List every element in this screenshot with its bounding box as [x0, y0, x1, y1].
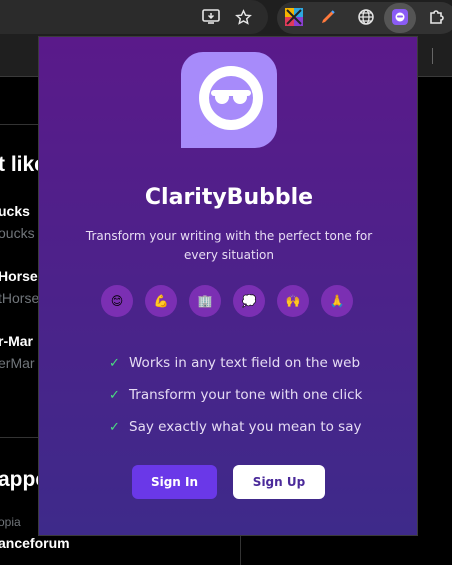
folded-hands-icon[interactable]: 🙏	[321, 285, 353, 317]
claritybubble-extension-icon[interactable]	[389, 6, 411, 28]
claritybubble-popup: ClarityBubble Transform your writing wit…	[38, 36, 418, 536]
address-bar[interactable]	[0, 0, 268, 34]
background-item-sub: opia	[0, 515, 21, 529]
sign-up-button[interactable]: Sign Up	[233, 465, 325, 499]
pen-extension-icon[interactable]	[317, 6, 339, 28]
office-building-icon[interactable]: 🏢	[189, 285, 221, 317]
checkmark-icon: ✓	[109, 387, 120, 403]
checkmark-icon: ✓	[109, 419, 120, 435]
background-item-handle: oucks	[0, 225, 35, 241]
feature-list: ✓ Works in any text field on the web ✓ T…	[109, 347, 399, 443]
feature-text: Say exactly what you mean to say	[129, 419, 362, 435]
feature-item: ✓ Works in any text field on the web	[109, 347, 399, 379]
bookmark-star-icon[interactable]	[232, 6, 254, 28]
background-item-handle: erMar	[0, 355, 35, 371]
colorful-extension-icon[interactable]	[283, 6, 305, 28]
flexed-biceps-icon[interactable]: 💪	[145, 285, 177, 317]
background-divider	[0, 124, 40, 125]
extensions-puzzle-icon[interactable]	[426, 6, 448, 28]
install-app-icon[interactable]	[200, 6, 222, 28]
globe-extension-icon[interactable]	[355, 6, 377, 28]
smiling-face-icon[interactable]: 😊	[101, 285, 133, 317]
background-item-handle: tHorse	[0, 290, 40, 306]
background-item-name: Horse	[0, 268, 38, 284]
feature-text: Transform your tone with one click	[129, 387, 363, 403]
background-item-name: anceforum	[0, 535, 70, 551]
background-item-name: r-Mar	[0, 333, 34, 349]
feature-item: ✓ Say exactly what you mean to say	[109, 411, 399, 443]
bookmarks-divider	[432, 48, 433, 64]
feature-item: ✓ Transform your tone with one click	[109, 379, 399, 411]
browser-toolbar	[0, 0, 452, 36]
claritybubble-logo-icon	[181, 52, 277, 148]
popup-subtitle: Transform your writing with the perfect …	[85, 229, 373, 262]
checkmark-icon: ✓	[109, 355, 120, 371]
popup-title: ClarityBubble	[144, 185, 314, 210]
speech-bubble-icon[interactable]: 💭	[233, 285, 265, 317]
feature-text: Works in any text field on the web	[129, 355, 361, 371]
background-divider	[0, 437, 40, 438]
sign-in-button[interactable]: Sign In	[132, 465, 217, 499]
background-item-name: ucks	[0, 203, 30, 219]
raising-hands-icon[interactable]: 🙌	[277, 285, 309, 317]
background-column-divider	[240, 536, 241, 565]
tone-selector: 😊 💪 🏢 💭 🙌 🙏	[101, 285, 361, 317]
